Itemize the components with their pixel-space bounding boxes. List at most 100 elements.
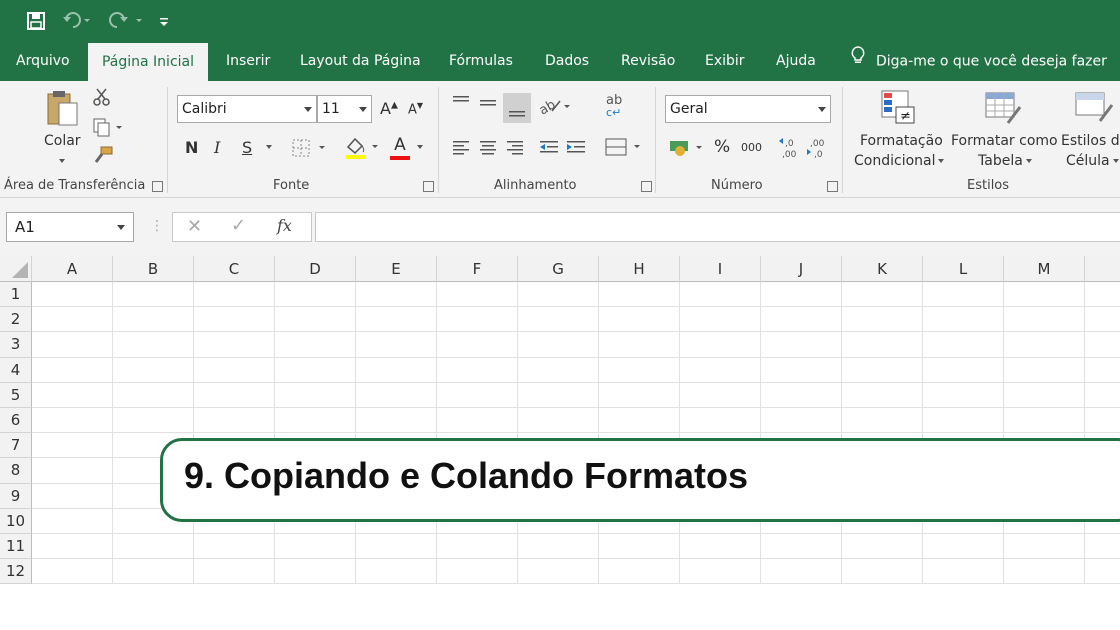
redo-icon[interactable] <box>108 8 144 34</box>
tab-inserir[interactable]: Inserir <box>226 42 270 81</box>
paste-button[interactable] <box>44 89 82 133</box>
row-header-6[interactable]: 6 <box>0 408 32 434</box>
merge-center-icon[interactable] <box>604 136 644 162</box>
tab-exibir[interactable]: Exibir <box>705 42 745 81</box>
font-launcher-icon[interactable] <box>423 181 434 192</box>
column-header-l[interactable]: L <box>923 256 1004 282</box>
borders-icon[interactable] <box>292 138 328 162</box>
grow-font-button[interactable]: A▲ <box>380 99 398 118</box>
column-header-m[interactable]: M <box>1004 256 1085 282</box>
name-box[interactable]: A1 <box>6 212 134 242</box>
paste-label[interactable]: Colar <box>44 133 81 149</box>
shrink-font-button[interactable]: A▼ <box>408 101 423 117</box>
tab-dados[interactable]: Dados <box>545 42 589 81</box>
italic-button[interactable]: I <box>214 138 220 157</box>
column-header-n[interactable]: N <box>1085 256 1120 282</box>
align-top-icon[interactable] <box>450 93 472 117</box>
select-all-button[interactable] <box>0 256 32 282</box>
conditional-formatting-icon[interactable]: ≠ <box>880 89 918 131</box>
cancel-icon[interactable]: ✕ <box>187 216 202 237</box>
align-bottom-icon[interactable] <box>503 93 531 123</box>
tab-layout-da-pagina[interactable]: Layout da Página <box>300 42 421 81</box>
comma-style-button[interactable]: 000 <box>741 141 762 154</box>
row-header-11[interactable]: 11 <box>0 534 32 560</box>
row-header-5[interactable]: 5 <box>0 382 32 408</box>
underline-dropdown[interactable] <box>263 139 272 154</box>
fill-color-icon[interactable] <box>344 135 384 165</box>
tab-formulas[interactable]: Fórmulas <box>449 42 513 81</box>
clipboard-launcher-icon[interactable] <box>152 181 163 192</box>
wrap-text-icon[interactable]: ab c↵ <box>606 93 622 118</box>
save-icon[interactable] <box>26 8 46 34</box>
underline-button[interactable]: S <box>242 138 252 157</box>
accounting-format-icon[interactable] <box>668 137 708 163</box>
alignment-launcher-icon[interactable] <box>641 181 652 192</box>
formula-bar-grip[interactable]: ⋮ <box>150 218 164 234</box>
format-as-table-label-2[interactable]: Tabela <box>978 153 1032 169</box>
copy-icon[interactable] <box>92 117 122 141</box>
undo-icon[interactable] <box>62 8 92 34</box>
column-header-e[interactable]: E <box>356 256 437 282</box>
conditional-formatting-label-2[interactable]: Condicional <box>854 153 945 169</box>
decrease-indent-icon[interactable] <box>537 137 561 161</box>
tab-arquivo[interactable]: Arquivo <box>16 42 70 81</box>
column-header-h[interactable]: H <box>599 256 680 282</box>
increase-decimal-icon[interactable]: ,0,00 <box>778 136 800 164</box>
chevron-down-icon <box>304 107 312 112</box>
column-header-g[interactable]: G <box>518 256 599 282</box>
cut-icon[interactable] <box>92 87 112 111</box>
cell-styles-label[interactable]: Estilos de <box>1061 133 1120 149</box>
align-center-icon[interactable] <box>477 137 499 161</box>
row-gridline <box>32 407 1120 408</box>
orientation-icon[interactable]: ab <box>537 95 572 121</box>
column-header-f[interactable]: F <box>437 256 518 282</box>
row-header-8[interactable]: 8 <box>0 458 32 484</box>
number-launcher-icon[interactable] <box>827 181 838 192</box>
column-header-d[interactable]: D <box>275 256 356 282</box>
align-middle-icon[interactable] <box>477 93 499 117</box>
number-format-combo[interactable]: Geral <box>665 95 831 123</box>
increase-indent-icon[interactable] <box>564 137 588 161</box>
format-as-table-icon[interactable] <box>984 89 1024 131</box>
cell-styles-label-2[interactable]: Célula <box>1066 153 1119 169</box>
customize-qat-icon[interactable] <box>158 8 170 34</box>
conditional-formatting-label[interactable]: Formatação <box>860 133 943 149</box>
font-size-combo[interactable]: 11 <box>317 95 372 123</box>
column-header-a[interactable]: A <box>32 256 113 282</box>
column-header-i[interactable]: I <box>680 256 761 282</box>
percent-button[interactable]: % <box>714 137 730 157</box>
worksheet-grid[interactable]: ABCDEFGHIJKLMN123456789101112 <box>0 256 1120 584</box>
column-header-j[interactable]: J <box>761 256 842 282</box>
row-header-7[interactable]: 7 <box>0 433 32 459</box>
tab-revisao[interactable]: Revisão <box>621 42 675 81</box>
align-right-icon[interactable] <box>504 137 526 161</box>
row-header-10[interactable]: 10 <box>0 508 32 534</box>
row-gridline <box>32 583 1120 584</box>
font-name-value: Calibri <box>182 101 227 117</box>
format-painter-icon[interactable] <box>92 145 114 169</box>
row-header-3[interactable]: 3 <box>0 332 32 358</box>
tab-ajuda[interactable]: Ajuda <box>776 42 816 81</box>
font-name-combo[interactable]: Calibri <box>177 95 317 123</box>
align-left-icon[interactable] <box>450 137 472 161</box>
enter-icon[interactable]: ✓ <box>231 215 246 236</box>
format-as-table-label[interactable]: Formatar como <box>951 133 1058 149</box>
row-header-12[interactable]: 12 <box>0 559 32 584</box>
insert-function-button[interactable]: fx <box>277 216 292 235</box>
tell-me-search[interactable]: Diga-me o que você deseja fazer <box>850 42 1107 81</box>
column-header-b[interactable]: B <box>113 256 194 282</box>
chevron-down-icon <box>359 107 367 112</box>
font-color-icon[interactable]: A <box>390 135 423 160</box>
column-header-k[interactable]: K <box>842 256 923 282</box>
row-header-9[interactable]: 9 <box>0 483 32 509</box>
row-header-1[interactable]: 1 <box>0 282 32 308</box>
cell-styles-icon[interactable] <box>1074 89 1114 131</box>
row-header-4[interactable]: 4 <box>0 357 32 383</box>
paste-dropdown[interactable] <box>56 153 65 168</box>
bold-button[interactable]: N <box>185 138 198 157</box>
decrease-decimal-icon[interactable]: ,00,0 <box>806 136 828 164</box>
column-header-c[interactable]: C <box>194 256 275 282</box>
formula-input[interactable] <box>315 212 1120 242</box>
tab-pagina-inicial[interactable]: Página Inicial <box>88 43 208 81</box>
row-header-2[interactable]: 2 <box>0 307 32 333</box>
